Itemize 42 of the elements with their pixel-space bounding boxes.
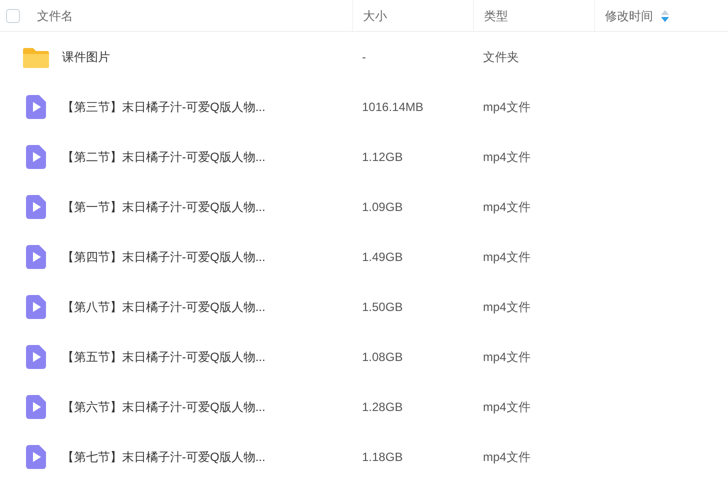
file-name[interactable]: 【第七节】末日橘子汁-可爱Q版人物... [62,448,266,466]
video-file-icon [26,95,46,119]
column-header[interactable]: 文件名 [37,6,73,24]
file-size: - [362,50,366,64]
file-name[interactable]: 【第六节】末日橘子汁-可爱Q版人物... [62,398,266,416]
file-size: 1.50GB [362,300,403,314]
file-type: mp4文件 [483,300,530,314]
file-size: 1.28GB [362,400,403,414]
file-type: 文件夹 [483,50,519,64]
file-name[interactable]: 【第三节】末日橘子汁-可爱Q版人物... [62,98,266,116]
video-file-icon [26,295,46,319]
column-header[interactable]: 大小 [363,6,387,24]
video-file-icon [26,145,46,169]
select-all-checkbox[interactable] [6,8,20,22]
file-name[interactable]: 【第八节】末日橘子汁-可爱Q版人物... [62,298,266,316]
file-name[interactable]: 【第二节】末日橘子汁-可爱Q版人物... [62,148,266,166]
folder-icon [23,46,49,68]
file-type: mp4文件 [483,150,530,164]
video-file-icon [26,395,46,419]
file-size: 1016.14MB [362,100,424,114]
file-size: 1.12GB [362,150,403,164]
file-size: 1.08GB [362,350,403,364]
file-name[interactable]: 【第四节】末日橘子汁-可爱Q版人物... [62,248,266,266]
file-size: 1.18GB [362,450,403,464]
video-file-icon [26,245,46,269]
file-name[interactable]: 课件图片 [62,48,110,66]
file-type: mp4文件 [483,100,530,114]
file-type: mp4文件 [483,450,530,464]
file-size: 1.09GB [362,200,403,214]
video-file-icon [26,445,46,469]
file-name[interactable]: 【第五节】末日橘子汁-可爱Q版人物... [62,348,266,366]
sort-icon[interactable] [661,10,669,22]
file-type: mp4文件 [483,350,530,364]
file-type: mp4文件 [483,400,530,414]
column-header[interactable]: 类型 [484,6,508,24]
video-file-icon [26,345,46,369]
file-size: 1.49GB [362,250,403,264]
file-type: mp4文件 [483,200,530,214]
video-file-icon [26,195,46,219]
file-name[interactable]: 【第一节】末日橘子汁-可爱Q版人物... [62,198,266,216]
column-header[interactable]: 修改时间 [605,6,653,24]
file-type: mp4文件 [483,250,530,264]
